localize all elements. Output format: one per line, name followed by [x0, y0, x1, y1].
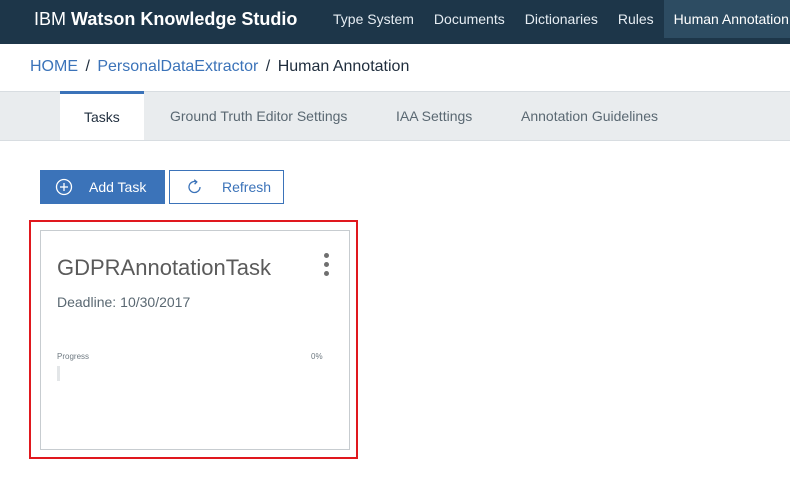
- task-title: GDPRAnnotationTask: [57, 255, 271, 280]
- breadcrumb-separator: /: [265, 58, 271, 75]
- deadline-label: Deadline:: [57, 294, 117, 310]
- breadcrumb-current: Human Annotation: [277, 58, 410, 75]
- task-deadline: Deadline: 10/30/2017: [57, 294, 190, 310]
- nav-item-type-system[interactable]: Type System: [323, 0, 424, 38]
- task-card[interactable]: GDPRAnnotationTask Deadline: 10/30/2017 P…: [40, 230, 350, 450]
- brand-name: Watson Knowledge Studio: [71, 9, 298, 29]
- tab-ground-truth-editor-settings[interactable]: Ground Truth Editor Settings: [170, 92, 347, 140]
- tab-tasks[interactable]: Tasks: [60, 91, 144, 140]
- breadcrumb-home[interactable]: HOME: [30, 58, 78, 75]
- progress-bar-start: [57, 366, 60, 381]
- nav-item-human-annotation[interactable]: Human Annotation: [663, 0, 790, 38]
- main-nav: Type System Documents Dictionaries Rules…: [323, 0, 790, 44]
- breadcrumb: HOME / PersonalDataExtractor / Human Ann…: [30, 58, 409, 76]
- breadcrumb-project[interactable]: PersonalDataExtractor: [97, 58, 258, 75]
- tab-annotation-guidelines[interactable]: Annotation Guidelines: [521, 92, 658, 140]
- add-task-button[interactable]: Add Task: [40, 170, 165, 204]
- tab-iaa-settings[interactable]: IAA Settings: [396, 92, 472, 140]
- nav-item-dictionaries[interactable]: Dictionaries: [515, 0, 608, 38]
- refresh-label: Refresh: [222, 179, 272, 195]
- progress-bar: [57, 366, 322, 381]
- nav-item-documents[interactable]: Documents: [424, 0, 515, 38]
- tab-bar: Tasks Ground Truth Editor Settings IAA S…: [0, 91, 790, 141]
- brand-prefix: IBM: [34, 9, 67, 29]
- top-nav-bar: IBM Watson Knowledge Studio Type System …: [0, 0, 790, 44]
- add-task-label: Add Task: [89, 179, 147, 195]
- refresh-button[interactable]: Refresh: [169, 170, 284, 204]
- deadline-value: 10/30/2017: [120, 294, 191, 310]
- progress-label: Progress: [57, 352, 90, 361]
- nav-item-rules[interactable]: Rules: [608, 0, 664, 38]
- overflow-menu-icon[interactable]: [319, 253, 333, 279]
- refresh-icon: [186, 178, 204, 196]
- add-circle-icon: [55, 178, 73, 196]
- breadcrumb-separator: /: [85, 58, 90, 75]
- progress-value: 0%: [311, 352, 323, 361]
- app-brand[interactable]: IBM Watson Knowledge Studio: [34, 0, 297, 44]
